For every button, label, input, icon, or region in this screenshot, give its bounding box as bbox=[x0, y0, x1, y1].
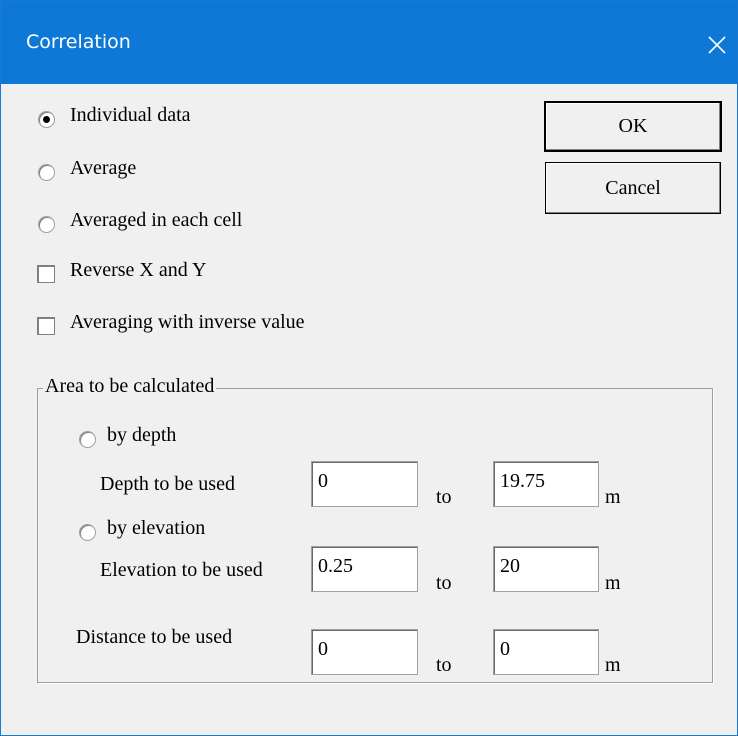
cancel-button[interactable]: Cancel bbox=[545, 162, 721, 214]
area-group-label: Area to be calculated bbox=[43, 375, 217, 398]
distance-to-input[interactable]: 0 bbox=[493, 629, 599, 675]
unit-depth: m bbox=[605, 486, 621, 508]
radio-averaged-in-each-cell[interactable] bbox=[38, 216, 55, 233]
label-averaged-in-each-cell: Averaged in each cell bbox=[70, 209, 243, 231]
label-average: Average bbox=[70, 157, 137, 179]
label-elevation-to-be-used: Elevation to be used bbox=[100, 559, 263, 581]
to-label-distance: to bbox=[436, 654, 452, 676]
label-individual-data: Individual data bbox=[70, 104, 191, 126]
label-by-elevation: by elevation bbox=[107, 517, 206, 539]
label-distance-to-be-used: Distance to be used bbox=[76, 626, 233, 648]
unit-distance: m bbox=[605, 654, 621, 676]
unit-elevation: m bbox=[605, 572, 621, 594]
correlation-dialog: Correlation Individual data Average Aver… bbox=[0, 0, 738, 736]
depth-from-input[interactable]: 0 bbox=[311, 461, 418, 507]
radio-individual-data[interactable] bbox=[38, 111, 55, 128]
elevation-from-input[interactable]: 0.25 bbox=[311, 546, 418, 592]
label-reverse-x-y: Reverse X and Y bbox=[70, 259, 207, 281]
ok-button[interactable]: OK bbox=[544, 101, 722, 152]
checkbox-averaging-inverse[interactable] bbox=[37, 317, 55, 335]
title-bar: Correlation bbox=[1, 1, 737, 84]
label-averaging-inverse: Averaging with inverse value bbox=[70, 311, 305, 333]
distance-from-input[interactable]: 0 bbox=[311, 629, 418, 675]
checkbox-reverse-x-y[interactable] bbox=[37, 265, 55, 283]
window-title: Correlation bbox=[26, 31, 131, 53]
radio-average[interactable] bbox=[38, 164, 55, 181]
to-label-elevation: to bbox=[436, 572, 452, 594]
radio-by-elevation[interactable] bbox=[79, 524, 96, 541]
elevation-to-input[interactable]: 20 bbox=[493, 546, 599, 592]
to-label-depth: to bbox=[436, 486, 452, 508]
depth-to-input[interactable]: 19.75 bbox=[493, 461, 599, 507]
label-depth-to-be-used: Depth to be used bbox=[100, 473, 235, 495]
label-by-depth: by depth bbox=[107, 424, 177, 446]
radio-by-depth[interactable] bbox=[79, 431, 96, 448]
close-icon[interactable] bbox=[697, 25, 737, 65]
